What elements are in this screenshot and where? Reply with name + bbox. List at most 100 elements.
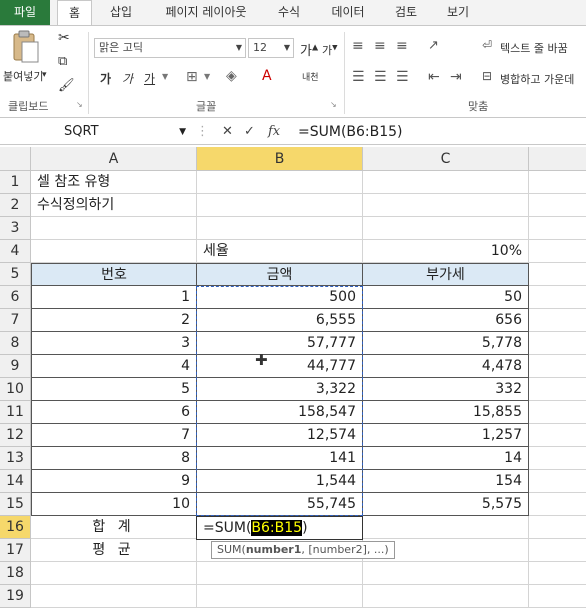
- underline-button[interactable]: 가: [144, 70, 155, 87]
- increase-indent-icon[interactable]: ⇥: [450, 69, 462, 85]
- tab-home[interactable]: 홈: [57, 0, 92, 26]
- cell-d[interactable]: [529, 194, 586, 217]
- cell-c[interactable]: 부가세: [363, 263, 529, 286]
- row-header[interactable]: 8: [0, 332, 31, 355]
- cell-a[interactable]: 2: [31, 309, 197, 332]
- italic-button[interactable]: 가: [122, 70, 133, 87]
- row-header[interactable]: 15: [0, 493, 31, 516]
- cell-c[interactable]: 50: [363, 286, 529, 309]
- cell-a[interactable]: 5: [31, 378, 197, 401]
- paste-dropdown-icon[interactable]: ▾: [42, 70, 47, 80]
- cancel-icon[interactable]: ✕: [222, 121, 233, 143]
- cell-c[interactable]: 14: [363, 447, 529, 470]
- cell-d[interactable]: [529, 309, 586, 332]
- cell-d[interactable]: [529, 378, 586, 401]
- row-header[interactable]: 16: [0, 516, 31, 539]
- paste-button[interactable]: [10, 30, 40, 63]
- cell-d[interactable]: [529, 539, 586, 562]
- cell-a[interactable]: 6: [31, 401, 197, 424]
- cell-d[interactable]: [529, 585, 586, 608]
- row-header[interactable]: 19: [0, 585, 31, 608]
- cell-b[interactable]: [197, 171, 363, 194]
- cell-b[interactable]: 금액: [197, 263, 363, 286]
- active-cell-editor[interactable]: =SUM(B6:B15): [196, 516, 363, 540]
- cell-a[interactable]: 평 균: [31, 539, 197, 562]
- cell-b[interactable]: [197, 194, 363, 217]
- cell-a[interactable]: 8: [31, 447, 197, 470]
- function-tooltip[interactable]: SUM(number1, [number2], ...): [211, 541, 395, 559]
- row-header[interactable]: 12: [0, 424, 31, 447]
- row-header[interactable]: 14: [0, 470, 31, 493]
- cell-d[interactable]: [529, 447, 586, 470]
- cell-b[interactable]: 세율: [197, 240, 363, 263]
- align-top-icon[interactable]: ≡: [352, 38, 364, 54]
- cell-a[interactable]: 4: [31, 355, 197, 378]
- cell-c[interactable]: 4,478: [363, 355, 529, 378]
- tab-review[interactable]: 검토: [385, 0, 427, 25]
- cell-d[interactable]: [529, 263, 586, 286]
- cell-b[interactable]: [197, 217, 363, 240]
- row-header[interactable]: 18: [0, 562, 31, 585]
- column-header-c[interactable]: C: [363, 147, 529, 171]
- column-header-d[interactable]: [529, 147, 586, 171]
- cell-a[interactable]: 수식정의하기: [31, 194, 197, 217]
- format-painter-icon[interactable]: 🖌: [58, 78, 75, 93]
- tab-file[interactable]: 파일: [0, 0, 50, 25]
- cell-c[interactable]: 154: [363, 470, 529, 493]
- cell-d[interactable]: [529, 286, 586, 309]
- row-header[interactable]: 13: [0, 447, 31, 470]
- row-header[interactable]: 1: [0, 171, 31, 194]
- bold-button[interactable]: 가: [100, 70, 111, 87]
- merge-center-button[interactable]: 병합하고 가운데: [500, 71, 574, 87]
- row-header[interactable]: 2: [0, 194, 31, 217]
- insert-function-button[interactable]: fx: [268, 121, 280, 143]
- cell-c[interactable]: [363, 562, 529, 585]
- cell-a[interactable]: [31, 585, 197, 608]
- cell-a[interactable]: 3: [31, 332, 197, 355]
- row-header[interactable]: 17: [0, 539, 31, 562]
- cell-c[interactable]: 5,575: [363, 493, 529, 516]
- decrease-indent-icon[interactable]: ⇤: [428, 69, 440, 85]
- cell-d[interactable]: [529, 424, 586, 447]
- orientation-icon[interactable]: ↗: [428, 38, 439, 53]
- name-box[interactable]: SQRT ▼: [0, 121, 190, 143]
- merge-icon[interactable]: ⊟: [482, 69, 492, 83]
- tab-page-layout[interactable]: 페이지 레이아웃: [150, 0, 262, 25]
- row-header[interactable]: 10: [0, 378, 31, 401]
- align-bottom-icon[interactable]: ≡: [396, 38, 408, 54]
- cell-a[interactable]: [31, 562, 197, 585]
- cell-d[interactable]: [529, 470, 586, 493]
- cell-c[interactable]: 5,778: [363, 332, 529, 355]
- font-launcher-icon[interactable]: ↘: [330, 100, 337, 109]
- cell-c[interactable]: 332: [363, 378, 529, 401]
- font-color-icon[interactable]: A: [262, 68, 272, 84]
- cell-d[interactable]: [529, 562, 586, 585]
- tab-view[interactable]: 보기: [437, 0, 479, 25]
- cell-d[interactable]: [529, 516, 586, 539]
- cell-c[interactable]: [363, 585, 529, 608]
- row-header[interactable]: 7: [0, 309, 31, 332]
- tab-data[interactable]: 데이터: [320, 0, 376, 25]
- align-middle-icon[interactable]: ≡: [374, 38, 386, 54]
- cell-a[interactable]: [31, 217, 197, 240]
- column-header-a[interactable]: A: [31, 147, 197, 171]
- cell-a[interactable]: 1: [31, 286, 197, 309]
- cell-d[interactable]: [529, 355, 586, 378]
- align-center-icon[interactable]: ☰: [374, 69, 387, 85]
- formula-bar-handle-icon[interactable]: ⋮: [196, 121, 209, 143]
- cell-d[interactable]: [529, 240, 586, 263]
- cell-c[interactable]: 15,855: [363, 401, 529, 424]
- cell-d[interactable]: [529, 171, 586, 194]
- row-header[interactable]: 3: [0, 217, 31, 240]
- formula-input[interactable]: =SUM(B6:B15): [298, 121, 403, 143]
- row-header[interactable]: 4: [0, 240, 31, 263]
- cell-d[interactable]: [529, 217, 586, 240]
- enter-icon[interactable]: ✓: [244, 121, 255, 143]
- font-name-dropdown[interactable]: 맑은 고딕 ▼: [94, 38, 246, 58]
- cell-c[interactable]: [363, 194, 529, 217]
- cell-d[interactable]: [529, 493, 586, 516]
- copy-icon[interactable]: ⧉: [58, 54, 67, 69]
- chevron-down-icon[interactable]: ▼: [204, 72, 210, 81]
- shrink-font-button[interactable]: 가▼: [322, 42, 338, 58]
- cell-d[interactable]: [529, 332, 586, 355]
